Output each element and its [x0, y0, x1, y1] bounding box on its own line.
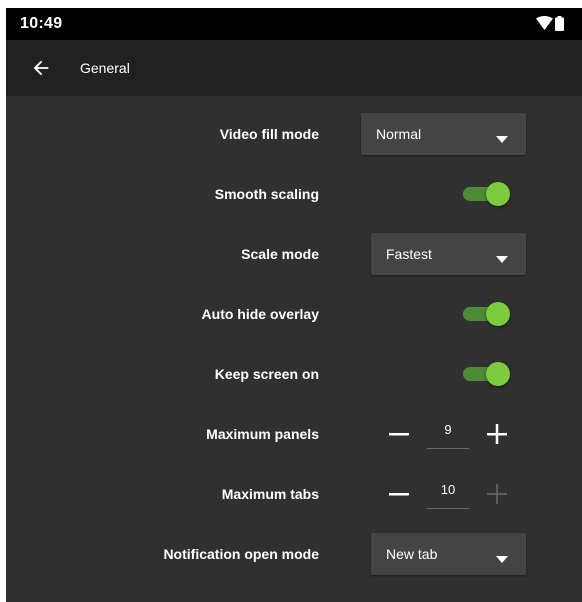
decrement-panels-button[interactable]: [387, 422, 411, 446]
page-title: General: [80, 60, 130, 76]
switch-thumb: [486, 302, 510, 326]
decrement-tabs-button[interactable]: [387, 482, 411, 506]
setting-notification-open-mode: Notification open mode New tab: [6, 529, 582, 579]
screen: 10:49 General Video fill mode Normal Smo…: [6, 8, 582, 602]
battery-icon: [555, 16, 564, 36]
auto-hide-overlay-switch[interactable]: [461, 299, 513, 329]
notification-open-mode-label: Notification open mode: [163, 546, 319, 562]
scale-mode-label: Scale mode: [241, 246, 319, 262]
status-bar: 10:49: [6, 8, 582, 40]
maximum-tabs-label: Maximum tabs: [221, 486, 319, 502]
plus-icon: [487, 424, 507, 444]
maximum-panels-value[interactable]: 9: [427, 419, 469, 449]
setting-scale-mode: Scale mode Fastest: [6, 229, 582, 279]
minus-icon: [389, 433, 409, 436]
switch-thumb: [486, 182, 510, 206]
maximum-tabs-value[interactable]: 10: [427, 479, 469, 509]
maximum-panels-label: Maximum panels: [206, 426, 319, 442]
setting-smooth-scaling: Smooth scaling: [6, 169, 582, 219]
scale-mode-dropdown[interactable]: Fastest: [371, 233, 526, 275]
video-fill-mode-dropdown[interactable]: Normal: [361, 113, 526, 155]
increment-panels-button[interactable]: [485, 422, 509, 446]
app-bar: General: [6, 40, 582, 96]
video-fill-mode-value: Normal: [376, 126, 422, 142]
auto-hide-overlay-label: Auto hide overlay: [201, 306, 319, 322]
keep-screen-on-label: Keep screen on: [214, 366, 319, 382]
smooth-scaling-switch[interactable]: [461, 179, 513, 209]
video-fill-mode-label: Video fill mode: [219, 126, 319, 142]
scale-mode-value: Fastest: [386, 246, 432, 262]
settings-list: Video fill mode Normal Smooth scaling Sc…: [6, 96, 582, 602]
minus-icon: [389, 493, 409, 496]
setting-maximum-tabs: Maximum tabs 10: [6, 469, 582, 519]
setting-keep-screen-on: Keep screen on: [6, 349, 582, 399]
notification-open-mode-dropdown[interactable]: New tab: [371, 533, 526, 575]
dropdown-arrow-icon: [496, 250, 508, 266]
back-arrow-icon[interactable]: [30, 57, 52, 84]
smooth-scaling-label: Smooth scaling: [214, 186, 319, 202]
setting-auto-hide-overlay: Auto hide overlay: [6, 289, 582, 339]
increment-tabs-button-disabled[interactable]: [485, 482, 509, 506]
setting-video-fill-mode: Video fill mode Normal: [6, 109, 582, 159]
notification-open-mode-value: New tab: [386, 546, 438, 562]
keep-screen-on-switch[interactable]: [461, 359, 513, 389]
dropdown-arrow-icon: [496, 130, 508, 146]
status-time: 10:49: [20, 15, 63, 32]
dropdown-arrow-icon: [496, 550, 508, 566]
plus-icon: [487, 484, 507, 504]
wifi-icon: [536, 16, 553, 35]
setting-maximum-panels: Maximum panels 9: [6, 409, 582, 459]
switch-thumb: [486, 362, 510, 386]
